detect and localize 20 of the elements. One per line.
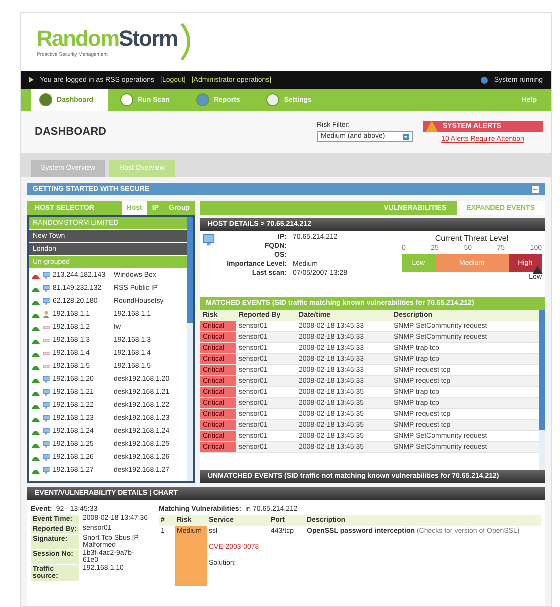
monitor-icon	[43, 389, 50, 396]
monitor-icon	[43, 298, 50, 305]
monitor-icon	[43, 272, 50, 279]
arrow-icon	[29, 77, 34, 83]
warning-icon	[426, 121, 438, 132]
monitor-icon	[43, 402, 50, 409]
monitor-icon	[43, 415, 50, 422]
gauge-title: Current Threat Level	[435, 234, 509, 243]
page-title: DASHBOARD	[35, 126, 108, 138]
person-icon	[43, 311, 50, 318]
info-icon	[481, 76, 488, 84]
monitor-icon	[43, 467, 50, 474]
monitor-icon	[43, 428, 50, 435]
monitor-icon	[203, 234, 215, 246]
monitor-icon	[43, 285, 50, 292]
monitor-icon	[43, 441, 50, 448]
monitor-icon	[43, 454, 50, 461]
collapse-icon[interactable]	[532, 186, 539, 192]
caret-icon	[403, 134, 409, 140]
monitor-icon	[43, 376, 50, 383]
